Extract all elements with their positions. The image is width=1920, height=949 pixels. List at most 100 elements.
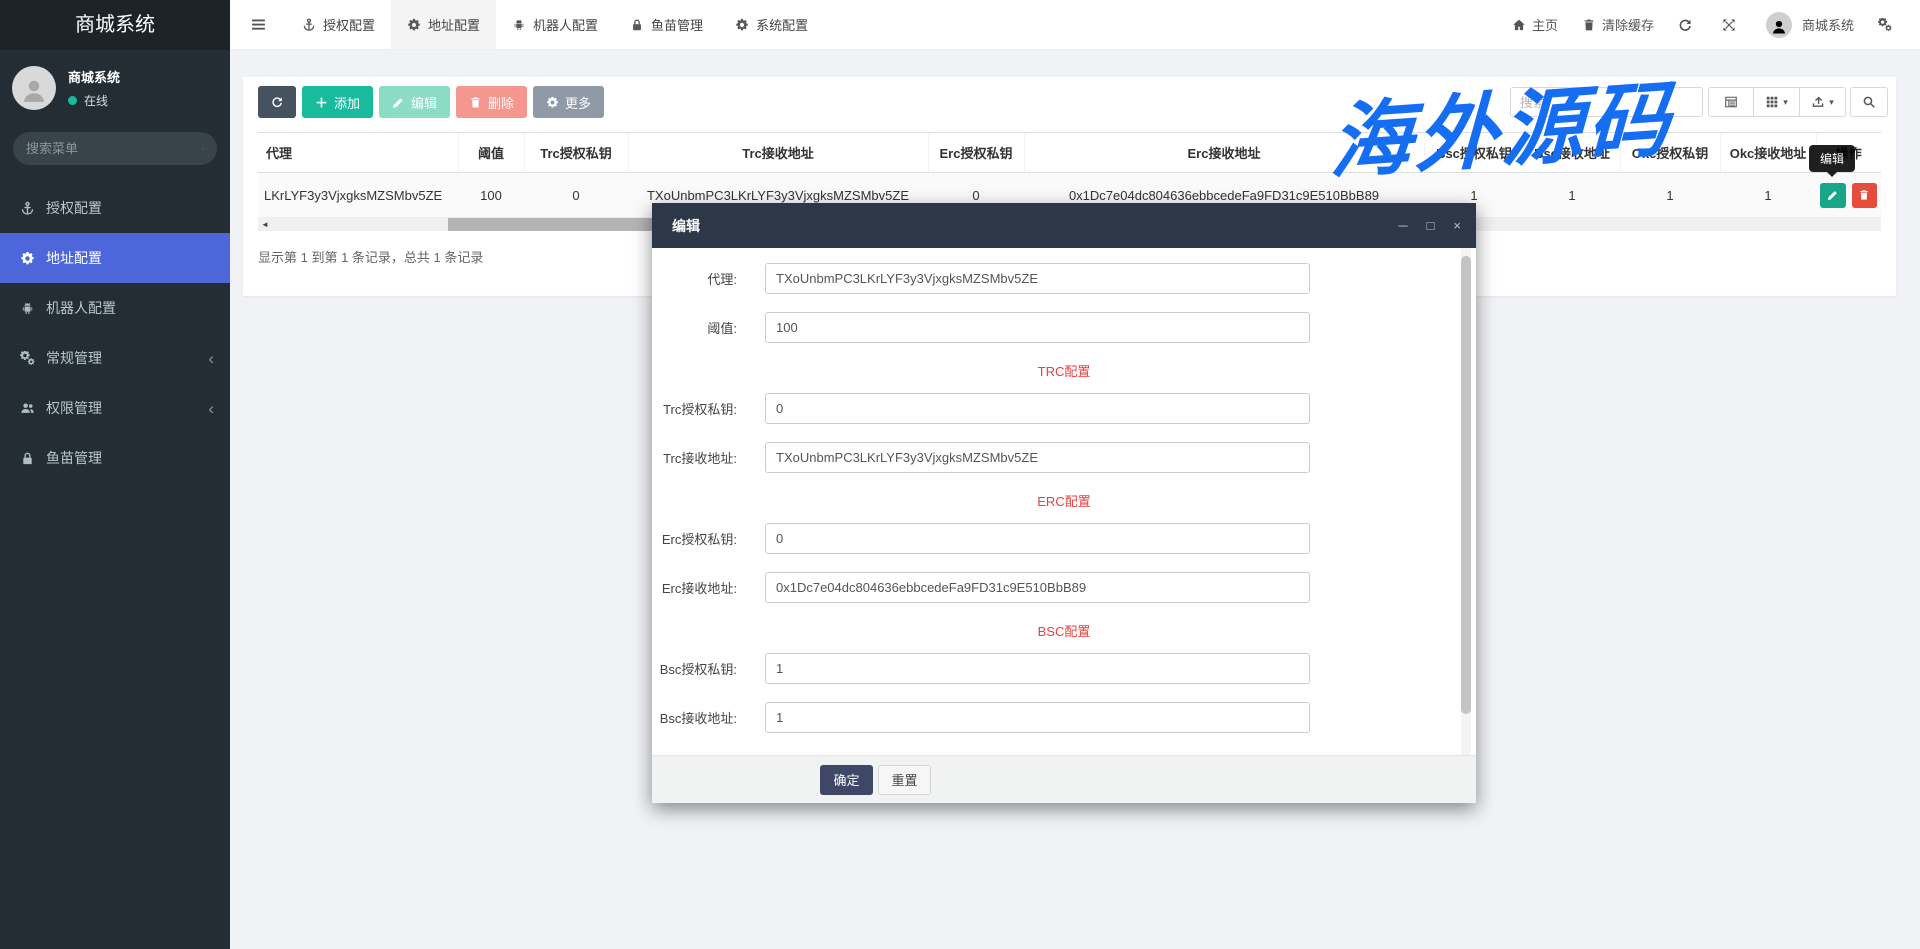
anchor-icon — [20, 201, 35, 216]
gear-icon — [407, 18, 421, 32]
field-erc-addr: Erc接收地址: — [652, 572, 1476, 603]
trc-addr-input[interactable] — [765, 442, 1310, 473]
col-trc-key[interactable]: Trc授权私钥 — [523, 132, 628, 173]
sidebar-search-input[interactable] — [26, 141, 202, 156]
caret-down-icon: ▾ — [1783, 96, 1788, 107]
col-okc-addr[interactable]: Okc接收地址 — [1719, 132, 1816, 173]
chevron-left-icon: ‹ — [208, 348, 214, 368]
home-link[interactable]: 主页 — [1512, 15, 1558, 34]
cell-agent: LKrLYF3y3VjxgksMZSMbv5ZE — [258, 172, 458, 218]
cell-trc-key: 0 — [524, 172, 628, 218]
tab-auth-config[interactable]: 授权配置 — [286, 0, 391, 49]
tab-system-config[interactable]: 系统配置 — [719, 0, 824, 49]
columns-dropdown-button[interactable]: ▾ — [1754, 87, 1800, 117]
col-bsc-key[interactable]: Bsc授权私钥 — [1423, 132, 1524, 173]
field-trc-addr: Trc接收地址: — [652, 442, 1476, 473]
col-erc-addr[interactable]: Erc接收地址 — [1023, 132, 1424, 173]
refresh-button[interactable] — [258, 86, 296, 118]
sidebar-item-address-config[interactable]: 地址配置 — [0, 233, 230, 283]
erc-addr-input[interactable] — [765, 572, 1310, 603]
dialog-header[interactable]: 编辑 ─ □ × — [652, 203, 1476, 248]
navbar-avatar[interactable] — [1765, 11, 1792, 38]
sidebar-toggle-button[interactable] — [230, 0, 286, 49]
agent-input[interactable] — [765, 263, 1310, 294]
confirm-button[interactable]: 确定 — [820, 764, 873, 795]
col-okc-key[interactable]: Okc授权私钥 — [1619, 132, 1720, 173]
search-icon — [202, 142, 204, 156]
threshold-input[interactable] — [765, 312, 1310, 343]
gear-icon — [735, 18, 749, 32]
toggle-view-button[interactable] — [1708, 87, 1754, 117]
person-icon — [19, 76, 49, 106]
record-summary: 显示第 1 到第 1 条记录，总共 1 条记录 — [258, 250, 484, 265]
sidebar-search — [13, 132, 217, 165]
sidebar-item-permission-manage[interactable]: 权限管理 ‹ — [0, 383, 230, 433]
tab-fry-manage[interactable]: 鱼苗管理 — [614, 0, 719, 49]
app-brand: 商城系统 — [0, 0, 230, 50]
col-trc-addr[interactable]: Trc接收地址 — [627, 132, 928, 173]
fullscreen-icon — [1722, 18, 1736, 32]
more-button[interactable]: 更多 — [533, 86, 605, 118]
sidebar-item-fry-manage[interactable]: 鱼苗管理 — [0, 433, 230, 483]
hamburger-icon — [250, 16, 267, 33]
avatar — [12, 66, 56, 110]
scroll-left-arrow-icon[interactable]: ◄ — [258, 218, 272, 231]
gear-icon — [20, 251, 35, 266]
tab-address-config[interactable]: 地址配置 — [391, 0, 497, 49]
toolbar: 添加 编辑 删除 更多 — [258, 86, 610, 118]
pencil-icon — [1827, 189, 1839, 201]
section-okc: OKC配置 — [652, 751, 1476, 755]
lock-icon — [630, 18, 644, 32]
export-dropdown-button[interactable]: ▾ — [1800, 87, 1846, 117]
add-button[interactable]: 添加 — [302, 86, 374, 118]
cell-operation — [1816, 172, 1881, 218]
dialog-scrollbar-thumb[interactable] — [1461, 256, 1471, 714]
navbar-right: 主页 清除缓存 商城系统 — [1488, 0, 1920, 49]
col-agent[interactable]: 代理 — [258, 132, 458, 173]
robot-icon — [20, 301, 35, 316]
sidebar-item-robot-config[interactable]: 机器人配置 — [0, 283, 230, 333]
bsc-addr-input[interactable] — [765, 702, 1310, 733]
field-agent: 代理: — [652, 263, 1476, 294]
row-edit-button[interactable] — [1820, 182, 1846, 208]
refresh-icon — [1678, 18, 1692, 32]
maximize-icon[interactable]: □ — [1427, 219, 1435, 232]
table-view-buttons: ▾ ▾ — [1708, 87, 1846, 117]
refresh-icon — [271, 95, 283, 109]
online-dot — [68, 96, 77, 105]
anchor-icon — [302, 18, 316, 32]
sidebar-item-general-manage[interactable]: 常规管理 ‹ — [0, 333, 230, 383]
delete-button[interactable]: 删除 — [456, 86, 528, 118]
erc-key-input[interactable] — [765, 523, 1310, 554]
table-header-row: 代理 阈值 Trc授权私钥 Trc接收地址 Erc授权私钥 Erc接收地址 Bs… — [258, 132, 1881, 173]
field-bsc-key: Bsc授权私钥: — [652, 653, 1476, 684]
trash-icon — [469, 96, 482, 109]
field-threshold: 阈值: — [652, 312, 1476, 343]
col-bsc-addr[interactable]: Bsc接收地址 — [1523, 132, 1620, 173]
table-view-icon — [1724, 95, 1738, 109]
row-delete-button[interactable] — [1851, 182, 1877, 208]
section-bsc: BSC配置 — [1037, 624, 1091, 639]
table-search-input[interactable] — [1510, 87, 1703, 117]
refresh-page-button[interactable] — [1678, 18, 1698, 32]
sidebar-menu: 授权配置 地址配置 机器人配置 常规管理 ‹ 权限管理 ‹ 鱼苗管理 — [0, 183, 230, 483]
bsc-key-input[interactable] — [765, 653, 1310, 684]
nav-tabs: 授权配置 地址配置 机器人配置 鱼苗管理 系统配置 — [286, 0, 824, 49]
edit-button[interactable]: 编辑 — [379, 86, 451, 118]
trc-key-input[interactable] — [765, 393, 1310, 424]
profile-name: 商城系统 — [68, 70, 121, 85]
search-submit-button[interactable] — [1850, 87, 1888, 117]
sidebar-item-auth-config[interactable]: 授权配置 — [0, 183, 230, 233]
clear-cache-link[interactable]: 清除缓存 — [1582, 15, 1654, 34]
home-icon — [1512, 18, 1526, 32]
col-erc-key[interactable]: Erc授权私钥 — [927, 132, 1024, 173]
chevron-left-icon: ‹ — [208, 398, 214, 418]
fullscreen-button[interactable] — [1722, 18, 1742, 32]
reset-button[interactable]: 重置 — [878, 764, 931, 795]
settings-menu-button[interactable] — [1878, 18, 1898, 32]
navbar-username[interactable]: 商城系统 — [1802, 15, 1854, 34]
col-threshold[interactable]: 阈值 — [457, 132, 524, 173]
minimize-icon[interactable]: ─ — [1398, 219, 1407, 232]
tab-robot-config[interactable]: 机器人配置 — [496, 0, 614, 49]
close-icon[interactable]: × — [1453, 219, 1461, 232]
